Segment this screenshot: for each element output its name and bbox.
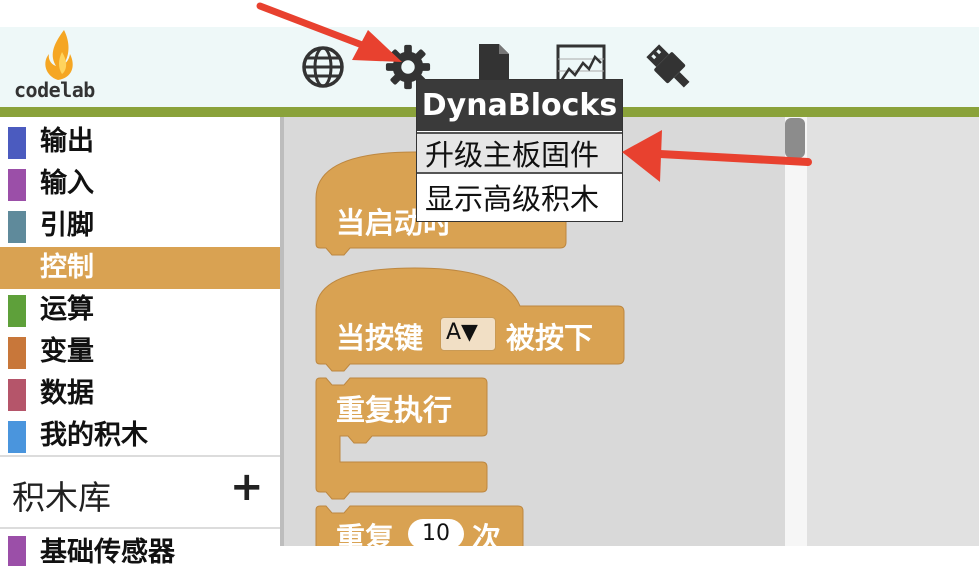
annotation-arrow-upgrade — [622, 130, 812, 182]
